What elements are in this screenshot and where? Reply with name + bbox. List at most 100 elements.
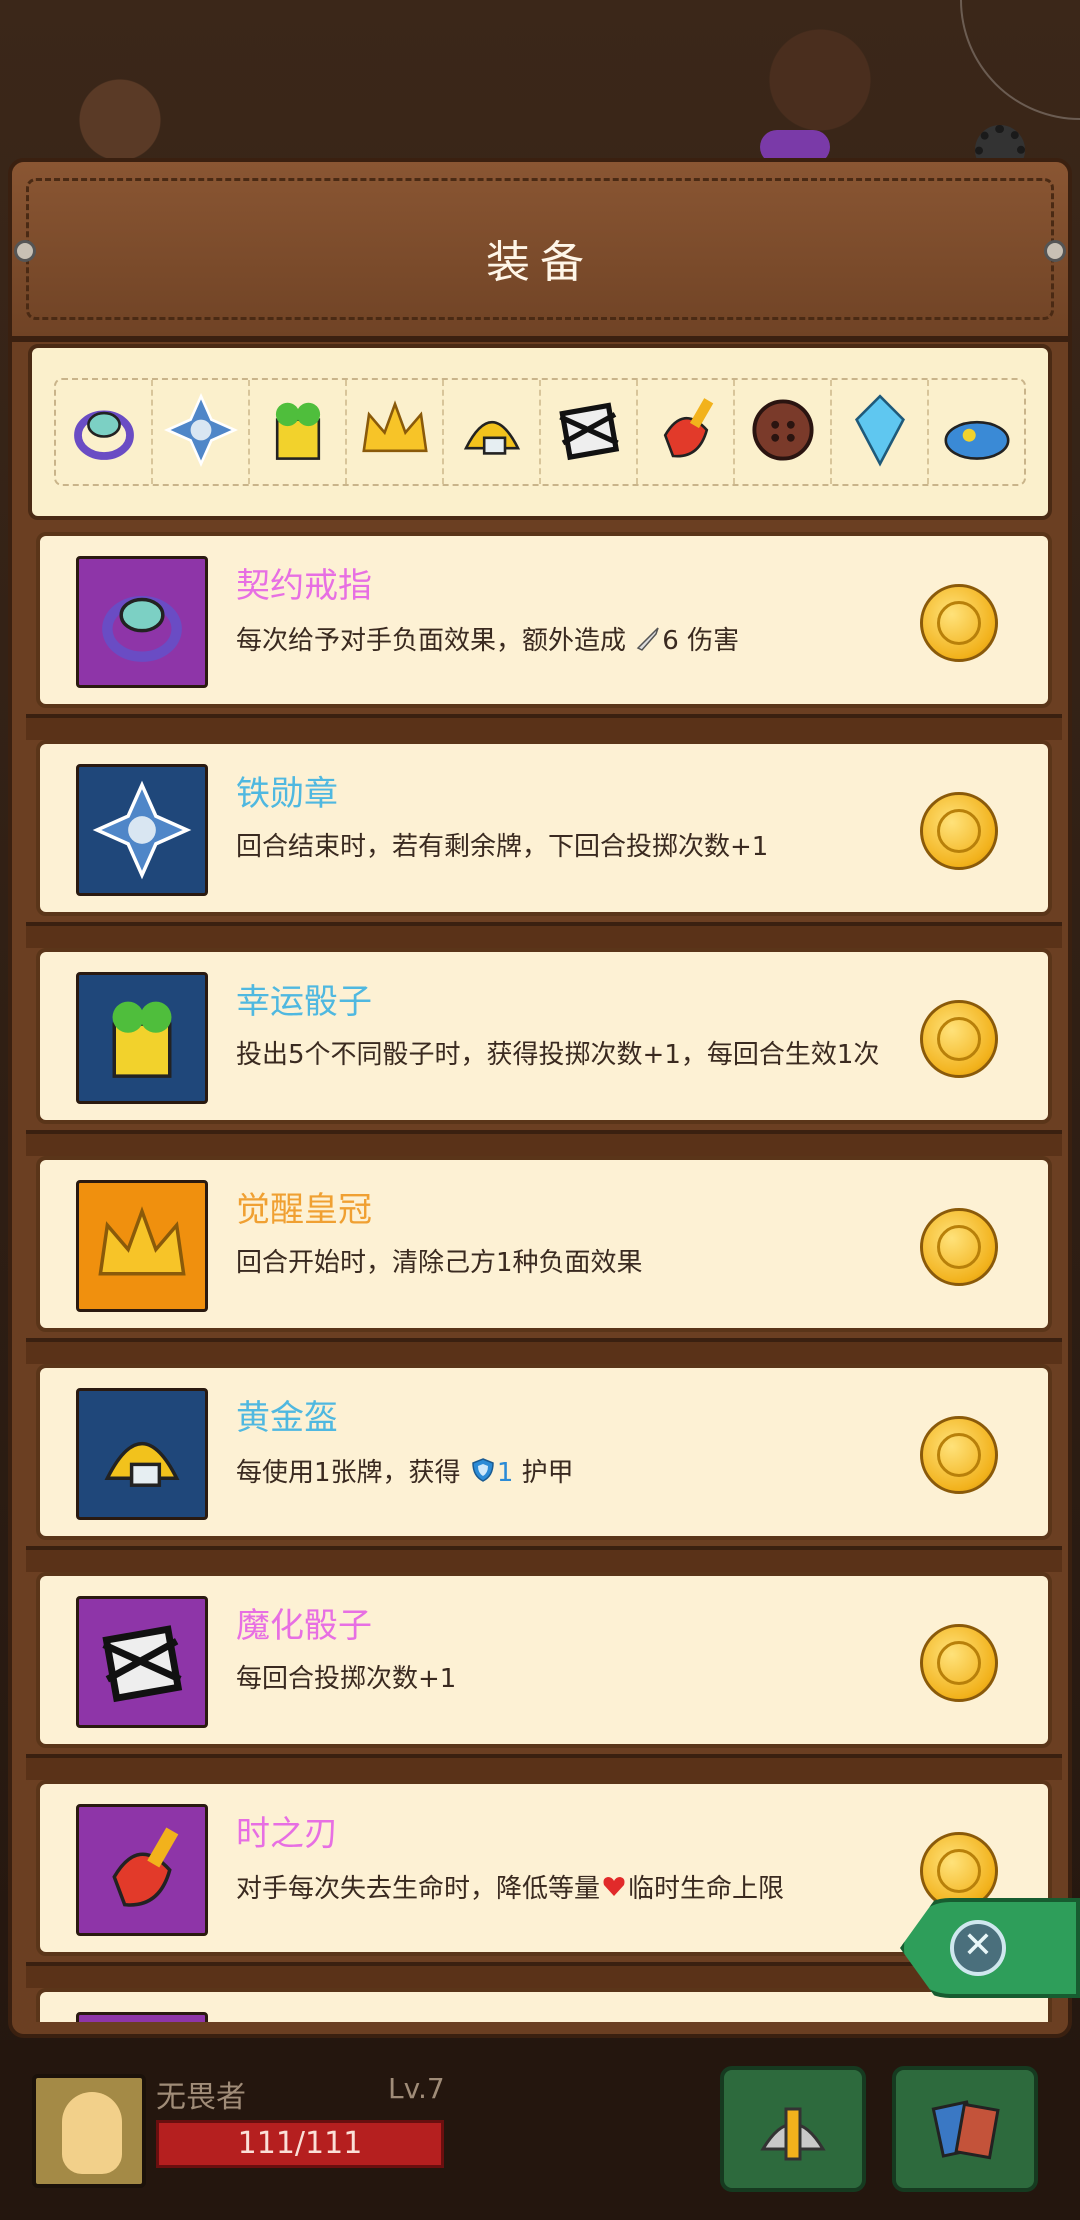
- stat-value: 6: [662, 626, 679, 656]
- equipment-card[interactable]: 铁勋章 回合结束时，若有剩余牌，下回合投掷次数+1: [36, 740, 1052, 916]
- gold-coin-icon[interactable]: [920, 1000, 998, 1078]
- heart-icon: [600, 1872, 628, 1907]
- equipment-list[interactable]: 契约戒指每次给予对手负面效果，额外造成 6 伤害铁勋章 回合结束时，若有剩余牌，下…: [26, 532, 1062, 2022]
- equipment-row: 觉醒皇冠回合开始时，清除己方1种负面效果: [26, 1156, 1062, 1364]
- equipment-name: 契约戒指: [236, 566, 372, 606]
- coin-emblem: [937, 601, 981, 645]
- demon-dice-icon: [76, 1596, 208, 1728]
- blue-slime-icon: [938, 391, 1016, 473]
- equipment-description: 每使用1张牌，获得 1 护甲: [236, 1456, 926, 1491]
- equipment-description: 每回合投掷次数+1: [236, 1664, 926, 1694]
- deck-button[interactable]: [892, 2066, 1038, 2192]
- golden-helmet-icon: [453, 391, 531, 473]
- equipped-slot[interactable]: [638, 380, 735, 484]
- gold-coin-icon[interactable]: [920, 584, 998, 662]
- equipped-slot[interactable]: [832, 380, 929, 484]
- blue-crystal-icon: [841, 391, 919, 473]
- gold-coin-icon[interactable]: [920, 1416, 998, 1494]
- equipment-card[interactable]: 时之刃对手每次失去生命时，降低等量 临时生命上限: [36, 1780, 1052, 1956]
- coin-emblem: [937, 1433, 981, 1477]
- description-text: 回合结束时，若有剩余牌，下回合投掷次数+1: [236, 832, 769, 862]
- equipment-description: 回合结束时，若有剩余牌，下回合投掷次数+1: [236, 832, 926, 862]
- iron-medal-icon: [162, 391, 240, 473]
- shelf-divider: [26, 1338, 1062, 1364]
- equipped-items-row: [54, 378, 1026, 486]
- gold-coin-icon[interactable]: [920, 1624, 998, 1702]
- description-text: 护甲: [513, 1458, 574, 1488]
- panel-header: 装备: [12, 162, 1068, 342]
- equipment-card[interactable]: 契约戒指每次给予对手负面效果，额外造成 6 伤害: [36, 532, 1052, 708]
- demon-dice-icon: [550, 391, 628, 473]
- lucky-dice-icon: [259, 391, 337, 473]
- description-text: 每次给予对手负面效果，额外造成: [236, 626, 635, 656]
- shelf-divider: [26, 714, 1062, 740]
- equipped-slot[interactable]: [250, 380, 347, 484]
- coin-emblem: [937, 1849, 981, 1893]
- equipped-slot[interactable]: [929, 380, 1024, 484]
- gold-coin-icon[interactable]: [920, 792, 998, 870]
- shelf-divider: [26, 1754, 1062, 1780]
- helmet-sword-icon: [760, 2107, 826, 2161]
- bottom-bar: 无畏者 Lv.7 111/111: [0, 2040, 1080, 2220]
- equipment-row: 黄金盔每使用1张牌，获得 1 护甲: [26, 1364, 1062, 1572]
- gold-coin-icon[interactable]: [920, 1208, 998, 1286]
- equipped-slot[interactable]: [56, 380, 153, 484]
- equipped-slot[interactable]: [541, 380, 638, 484]
- equipment-description: 对手每次失去生命时，降低等量 临时生命上限: [236, 1872, 926, 1907]
- description-text: 对手每次失去生命时，降低等量: [236, 1874, 601, 1904]
- equipment-row: 铁勋章 回合结束时，若有剩余牌，下回合投掷次数+1: [26, 740, 1062, 948]
- equipment-name: 黄金盔: [236, 1398, 338, 1438]
- time-blade-icon: [76, 1804, 208, 1936]
- description-text: 每使用1张牌，获得: [236, 1458, 469, 1488]
- equipped-items-bar: [28, 344, 1052, 520]
- shelf-divider: [26, 1130, 1062, 1156]
- description-text: 每回合投掷次数+1: [236, 1664, 457, 1694]
- sword-icon: [634, 624, 662, 659]
- equipment-card[interactable]: 双纽扣: [36, 1988, 1052, 2022]
- shelf-divider: [26, 922, 1062, 948]
- equipment-name: 时之刃: [236, 1814, 338, 1854]
- equipment-name: 魔化骰子: [236, 1606, 372, 1646]
- avatar[interactable]: [32, 2074, 146, 2188]
- iron-medal-icon: [76, 764, 208, 896]
- hp-bar: 111/111: [156, 2120, 444, 2168]
- player-name: 无畏者: [156, 2080, 246, 2115]
- equipped-slot[interactable]: [153, 380, 250, 484]
- equipment-card[interactable]: 觉醒皇冠回合开始时，清除己方1种负面效果: [36, 1156, 1052, 1332]
- awakened-crown-icon: [356, 391, 434, 473]
- equipment-row: 魔化骰子每回合投掷次数+1: [26, 1572, 1062, 1780]
- coin-emblem: [937, 1225, 981, 1269]
- description-text: 投出5个不同骰子时，获得投掷次数+1，每回合生效1次: [236, 1040, 880, 1070]
- page-title: 装备: [486, 237, 594, 288]
- time-blade-icon: [647, 391, 725, 473]
- equipped-slot[interactable]: [735, 380, 832, 484]
- equipment-name: 觉醒皇冠: [236, 1190, 372, 1230]
- cards-icon: [931, 2100, 1000, 2160]
- player-level: Lv.7: [388, 2072, 445, 2105]
- description-text: 回合开始时，清除己方1种负面效果: [236, 1248, 643, 1278]
- button-icon: [76, 2012, 208, 2022]
- awakened-crown-icon: [76, 1180, 208, 1312]
- equipment-card[interactable]: 魔化骰子每回合投掷次数+1: [36, 1572, 1052, 1748]
- equipment-button[interactable]: [720, 2066, 866, 2192]
- button-icon: [744, 391, 822, 473]
- close-icon[interactable]: ✕: [950, 1920, 1006, 1976]
- equipped-slot[interactable]: [347, 380, 444, 484]
- lucky-dice-icon: [76, 972, 208, 1104]
- description-text: 临时生命上限: [628, 1874, 785, 1904]
- equipment-description: 投出5个不同骰子时，获得投掷次数+1，每回合生效1次: [236, 1040, 926, 1070]
- shelf-divider: [26, 1546, 1062, 1572]
- contract-ring-icon: [65, 391, 143, 473]
- equipment-row: 幸运骰子 投出5个不同骰子时，获得投掷次数+1，每回合生效1次: [26, 948, 1062, 1156]
- coin-emblem: [937, 1641, 981, 1685]
- coin-emblem: [937, 809, 981, 853]
- equipment-row: 契约戒指每次给予对手负面效果，额外造成 6 伤害: [26, 532, 1062, 740]
- equipment-description: 每次给予对手负面效果，额外造成 6 伤害: [236, 624, 926, 659]
- spider-web-decoration: [960, 0, 1080, 120]
- equipment-row: 双纽扣: [26, 1988, 1062, 2022]
- equipment-card[interactable]: 黄金盔每使用1张牌，获得 1 护甲: [36, 1364, 1052, 1540]
- shield-icon: [469, 1456, 497, 1491]
- equipped-slot[interactable]: [444, 380, 541, 484]
- stat-value: 1: [496, 1458, 514, 1488]
- equipment-card[interactable]: 幸运骰子 投出5个不同骰子时，获得投掷次数+1，每回合生效1次: [36, 948, 1052, 1124]
